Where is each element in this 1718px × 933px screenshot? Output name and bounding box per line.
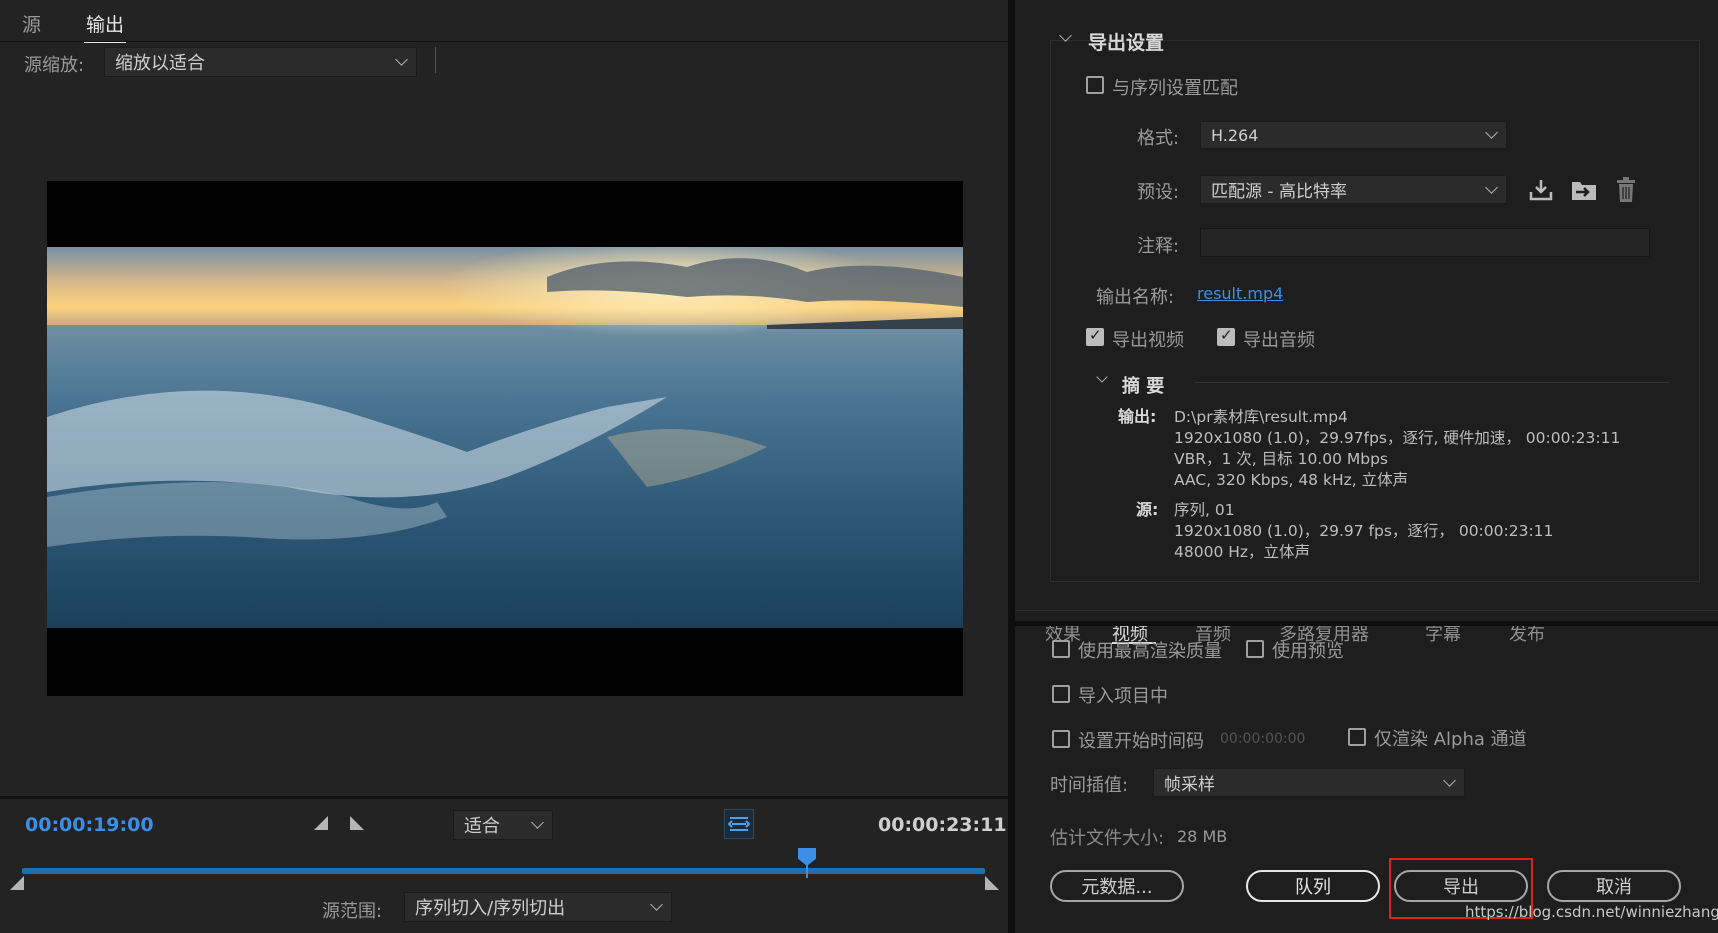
use-previews-checkbox[interactable] bbox=[1246, 640, 1264, 658]
source-scale-dropdown[interactable]: 缩放以适合 bbox=[104, 47, 417, 77]
timeline-track[interactable] bbox=[22, 868, 985, 874]
video-preview bbox=[47, 181, 963, 696]
zoom-value: 适合 bbox=[464, 816, 500, 837]
source-scale-value: 缩放以适合 bbox=[115, 53, 205, 74]
save-preset-icon[interactable] bbox=[1528, 178, 1554, 202]
tab-output[interactable]: 输出 bbox=[83, 10, 127, 43]
fit-to-frame-button[interactable] bbox=[724, 809, 754, 839]
render-alpha-only-checkbox[interactable] bbox=[1348, 728, 1366, 746]
chevron-down-icon bbox=[531, 816, 544, 829]
current-timecode[interactable]: 00:00:19:00 bbox=[25, 814, 154, 836]
import-into-project-label: 导入项目中 bbox=[1078, 686, 1168, 707]
output-name-label: 输出名称: bbox=[1096, 287, 1175, 308]
format-dropdown[interactable]: H.264 bbox=[1200, 121, 1507, 149]
preset-dropdown[interactable]: 匹配源 - 高比特率 bbox=[1200, 175, 1507, 204]
export-audio-checkbox[interactable] bbox=[1217, 326, 1235, 346]
summary-output-line: D:\pr素材库\result.mp4 bbox=[1174, 408, 1348, 426]
comment-input[interactable] bbox=[1200, 228, 1650, 257]
chevron-down-icon bbox=[1485, 126, 1498, 139]
match-sequence-checkbox[interactable] bbox=[1086, 76, 1104, 94]
chevron-down-icon bbox=[395, 53, 408, 66]
output-name-link[interactable]: result.mp4 bbox=[1197, 284, 1283, 303]
preset-label: 预设: bbox=[1137, 182, 1180, 203]
set-start-timecode-checkbox[interactable] bbox=[1052, 730, 1070, 748]
chevron-down-icon bbox=[650, 898, 663, 911]
source-range-value: 序列切入/序列切出 bbox=[415, 898, 566, 919]
source-scale-label: 源缩放: bbox=[24, 55, 85, 76]
preset-value: 匹配源 - 高比特率 bbox=[1211, 182, 1347, 202]
export-settings-panel: 导出设置 与序列设置匹配 格式: H.264 预设: 匹配源 - 高比特率 注释… bbox=[1015, 0, 1718, 933]
source-range-label: 源范围: bbox=[322, 901, 383, 922]
time-interpolation-label: 时间插值: bbox=[1050, 775, 1129, 796]
zoom-dropdown[interactable]: 适合 bbox=[453, 810, 553, 840]
export-video-label: 导出视频 bbox=[1112, 330, 1184, 351]
metadata-button[interactable]: 元数据... bbox=[1050, 870, 1184, 902]
import-into-project-checkbox[interactable] bbox=[1052, 685, 1070, 703]
panel-splitter[interactable] bbox=[1008, 0, 1015, 933]
match-sequence-label: 与序列设置匹配 bbox=[1112, 78, 1238, 99]
tabs-bar-divider bbox=[1015, 621, 1718, 626]
tab-divider bbox=[0, 41, 1010, 42]
preview-divider bbox=[0, 796, 1010, 799]
summary-source-line: 序列, 01 bbox=[1174, 501, 1235, 519]
export-settings-title: 导出设置 bbox=[1088, 32, 1165, 54]
chevron-down-icon bbox=[1485, 180, 1498, 194]
in-point-handle-icon[interactable] bbox=[10, 876, 24, 890]
summary-output-line: 1920x1080 (1.0)，29.97fps，逐行, 硬件加速， 00:00… bbox=[1174, 429, 1621, 447]
toolbar-divider bbox=[435, 47, 436, 73]
summary-output-label: 输出: bbox=[1118, 407, 1157, 426]
summary-divider bbox=[1195, 382, 1670, 383]
render-alpha-only-label: 仅渲染 Alpha 通道 bbox=[1374, 729, 1527, 750]
max-render-quality-checkbox[interactable] bbox=[1052, 640, 1070, 658]
import-preset-icon[interactable] bbox=[1570, 178, 1598, 202]
time-interpolation-value: 帧采样 bbox=[1164, 775, 1215, 795]
fit-frame-icon bbox=[727, 817, 751, 831]
delete-preset-icon[interactable] bbox=[1614, 177, 1638, 203]
format-value: H.264 bbox=[1211, 125, 1259, 145]
mark-in-icon[interactable] bbox=[314, 816, 328, 830]
time-interpolation-dropdown[interactable]: 帧采样 bbox=[1153, 768, 1465, 797]
cancel-button[interactable]: 取消 bbox=[1547, 870, 1681, 902]
export-audio-label: 导出音频 bbox=[1243, 330, 1315, 351]
video-frame-image bbox=[47, 247, 963, 628]
out-point-handle-icon[interactable] bbox=[985, 876, 999, 890]
summary-output-line: VBR，1 次, 目标 10.00 Mbps bbox=[1174, 450, 1389, 468]
end-timecode: 00:00:23:11 bbox=[878, 814, 1007, 836]
watermark-text: https://blog.csdn.net/winniezhang bbox=[1465, 903, 1718, 921]
estimated-size-value: 28 MB bbox=[1177, 827, 1228, 846]
use-previews-label: 使用预览 bbox=[1272, 641, 1344, 662]
set-start-timecode-label: 设置开始时间码 bbox=[1078, 731, 1204, 752]
ocean-scene bbox=[47, 247, 963, 628]
playhead-line bbox=[806, 864, 808, 878]
comment-label: 注释: bbox=[1137, 236, 1180, 257]
tabs-divider bbox=[1015, 610, 1718, 611]
export-video-checkbox[interactable] bbox=[1086, 326, 1104, 346]
summary-title: 摘 要 bbox=[1122, 376, 1165, 397]
format-label: 格式: bbox=[1137, 128, 1180, 149]
mark-out-icon[interactable] bbox=[350, 816, 364, 830]
estimated-size-label: 估计文件大小: bbox=[1050, 828, 1165, 849]
summary-source-line: 48000 Hz，立体声 bbox=[1174, 543, 1311, 561]
summary-source-line: 1920x1080 (1.0)，29.97 fps，逐行， 00:00:23:1… bbox=[1174, 522, 1554, 540]
summary-source-label: 源: bbox=[1136, 500, 1159, 519]
source-range-dropdown[interactable]: 序列切入/序列切出 bbox=[404, 892, 672, 922]
max-render-quality-label: 使用最高渲染质量 bbox=[1078, 641, 1222, 662]
output-preview-panel: 源 输出 源缩放: 缩放以适合 00:00:19:00 适合 00:00:23:… bbox=[0, 0, 1010, 933]
queue-button[interactable]: 队列 bbox=[1246, 870, 1380, 902]
start-timecode-value: 00:00:00:00 bbox=[1220, 731, 1306, 747]
tab-source[interactable]: 源 bbox=[22, 10, 41, 37]
summary-output-line: AAC, 320 Kbps, 48 kHz, 立体声 bbox=[1174, 471, 1409, 489]
chevron-down-icon bbox=[1443, 773, 1456, 787]
